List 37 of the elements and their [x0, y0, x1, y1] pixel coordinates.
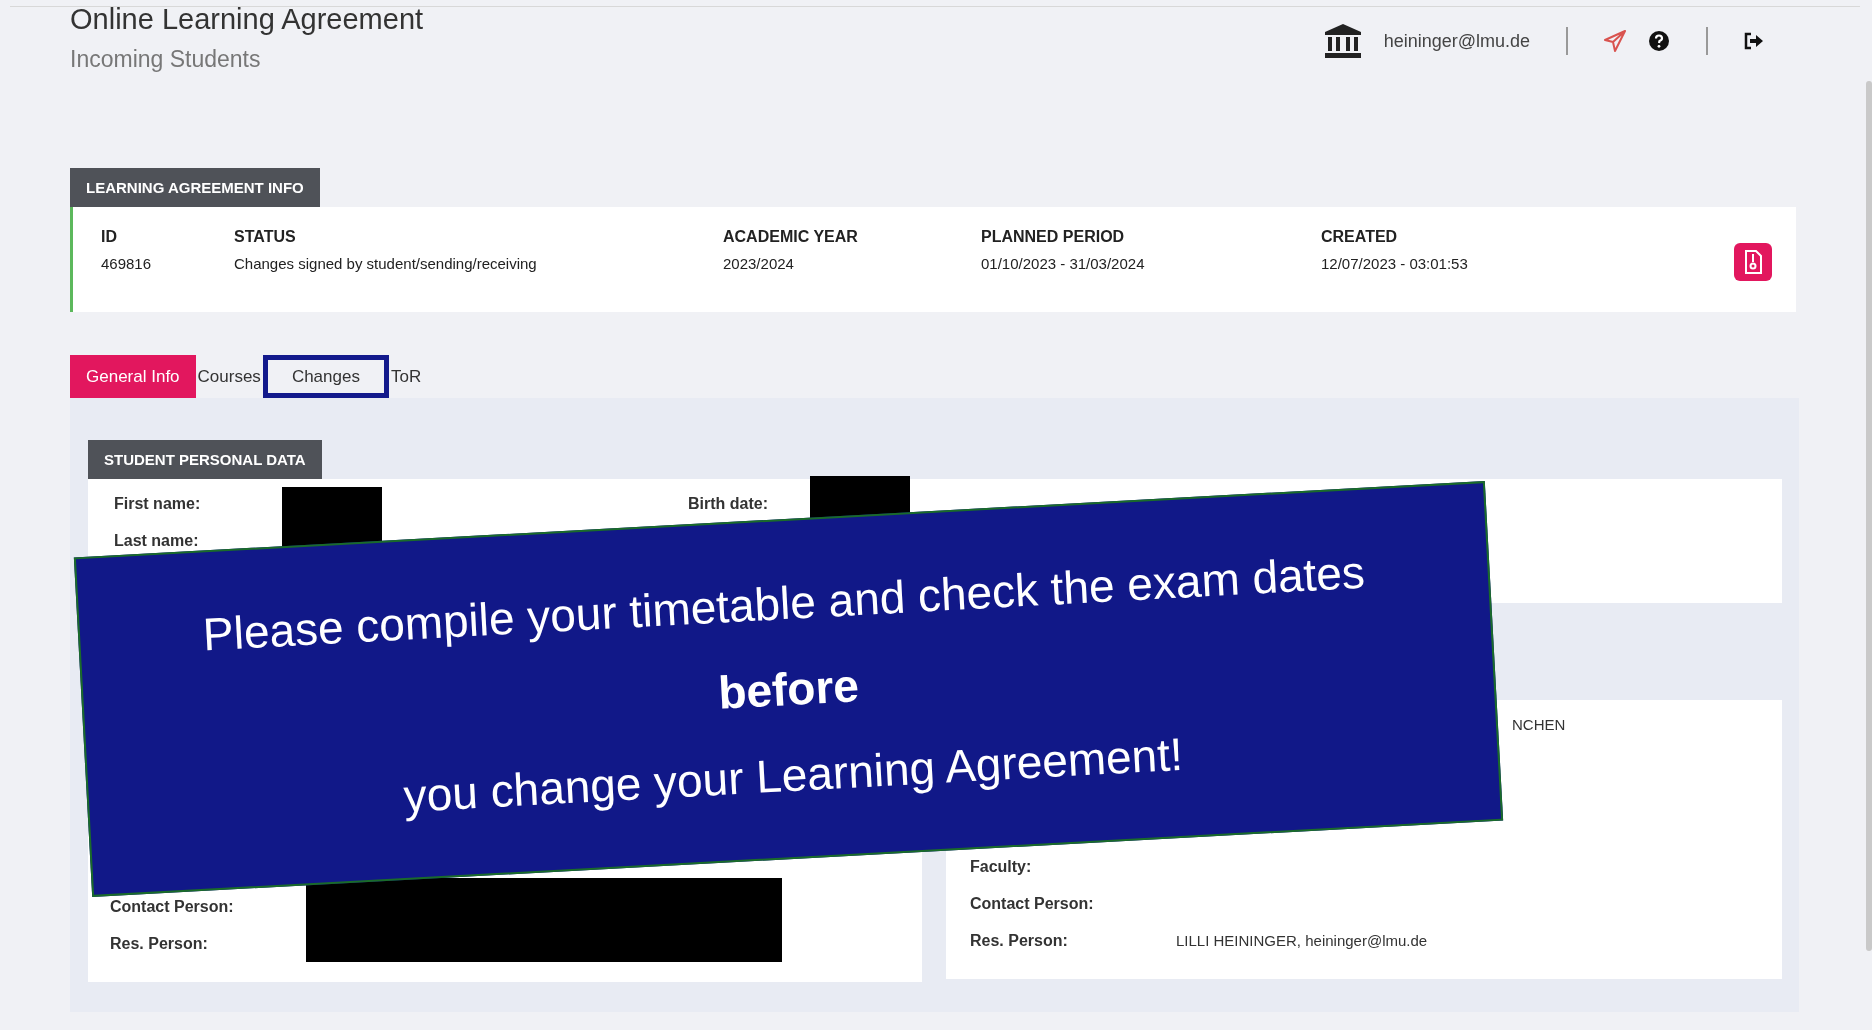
help-icon[interactable]: [1648, 30, 1670, 52]
user-email: heininger@lmu.de: [1383, 30, 1530, 52]
paper-plane-icon[interactable]: [1604, 30, 1626, 52]
logout-icon[interactable]: [1744, 32, 1764, 50]
info-label: STATUS: [234, 227, 297, 246]
field-label: Last name:: [114, 531, 200, 550]
field-label: Birth date:: [688, 494, 769, 513]
info-value: 01/10/2023 - 31/03/2024: [981, 254, 1146, 272]
tab[interactable]: Changes: [262, 355, 389, 398]
field-label: Res. Person:: [970, 931, 1068, 949]
info-label: ACADEMIC YEAR: [723, 227, 859, 246]
section-header: STUDENT PERSONAL DATA: [88, 440, 322, 479]
field-label: Res. Person:: [110, 934, 208, 952]
info-value: 469816: [101, 254, 153, 272]
info-value: 2023/2024: [723, 254, 795, 272]
field-value: LILLI HEININGER, heininger@lmu.de: [1176, 932, 1428, 949]
tab[interactable]: ToR: [388, 355, 424, 398]
field-value: NCHEN: [1512, 716, 1566, 733]
field-label: Contact Person:: [110, 897, 234, 915]
scrollbar[interactable]: [1866, 81, 1872, 951]
field-label: First name:: [114, 494, 202, 513]
info-label: PLANNED PERIOD: [981, 227, 1126, 246]
page-subtitle: Incoming Students: [70, 46, 262, 73]
field-label: Contact Person:: [970, 894, 1094, 912]
info-label: ID: [101, 227, 118, 246]
page-title: Online Learning Agreement: [70, 3, 424, 36]
field-label: Faculty:: [970, 857, 1032, 875]
tab[interactable]: General Info: [70, 355, 196, 398]
tab[interactable]: Courses: [195, 355, 263, 398]
section-header: LEARNING AGREEMENT INFO: [70, 168, 320, 207]
info-label: CREATED: [1321, 227, 1399, 246]
pdf-button[interactable]: [1734, 243, 1772, 281]
notice-text: you change your Learning Agreement!: [402, 726, 1184, 823]
bank-icon: [1323, 23, 1362, 59]
info-value: 12/07/2023 - 03:01:53: [1321, 254, 1469, 272]
document-icon: [1744, 250, 1762, 274]
info-value: Changes signed by student/sending/receiving: [234, 254, 538, 272]
